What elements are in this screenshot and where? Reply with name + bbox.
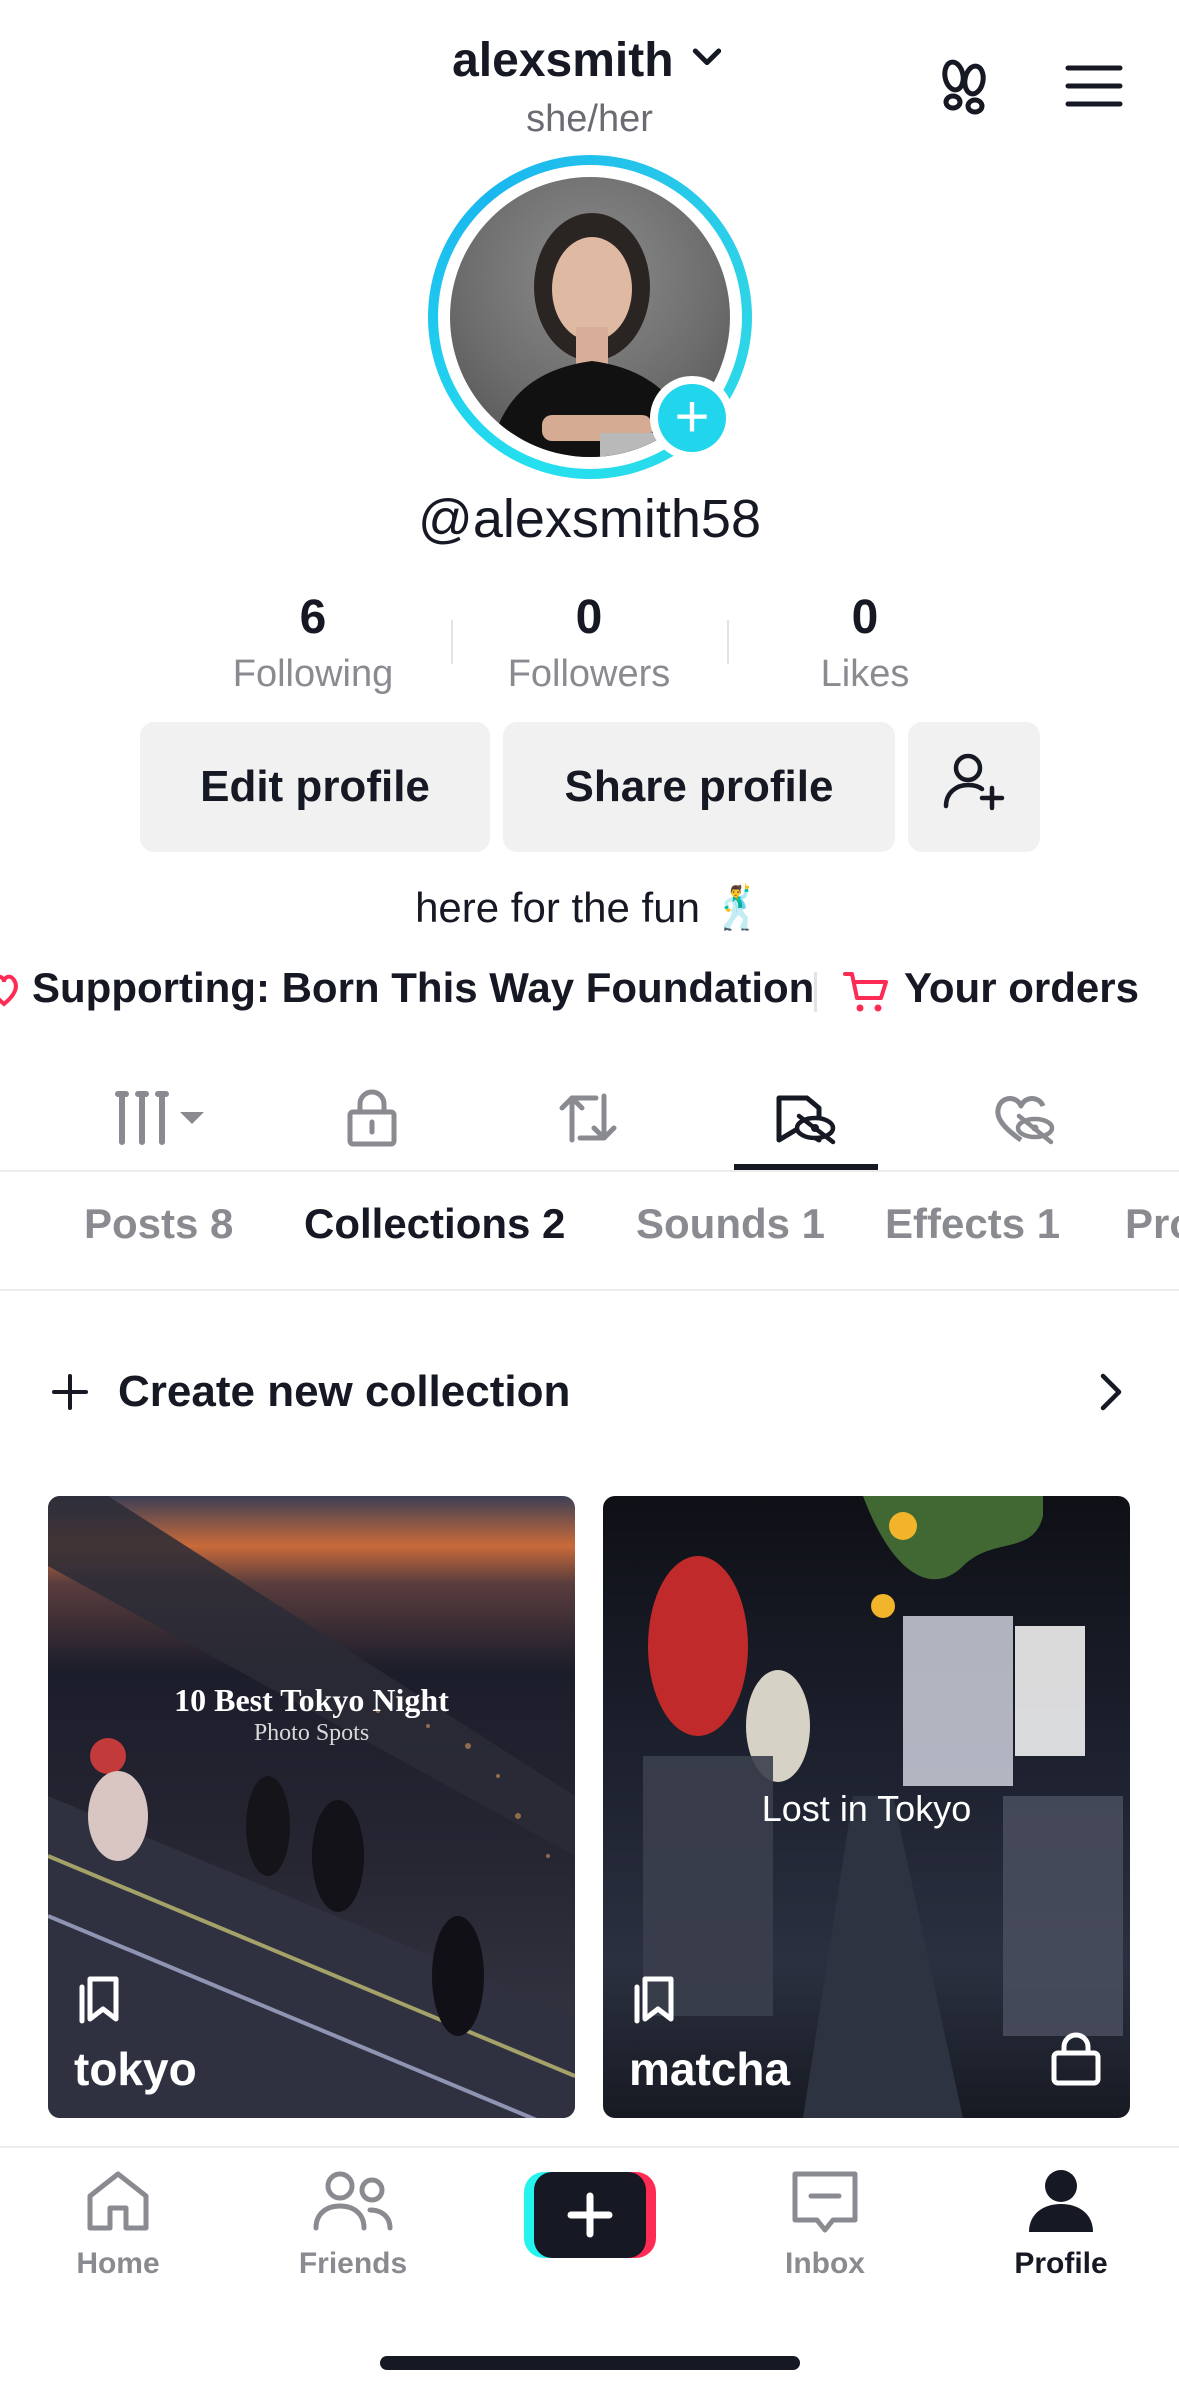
profile-icon <box>1021 2170 1101 2240</box>
tab-reposts[interactable] <box>516 1070 660 1170</box>
stat-following[interactable]: 6 Following <box>183 590 443 698</box>
pronouns: she/her <box>526 98 653 140</box>
nav-home-label: Home <box>76 2247 160 2280</box>
tab-effects[interactable]: Effects 1 <box>885 1200 1060 1248</box>
stat-followers[interactable]: 0 Followers <box>459 590 719 698</box>
inbox-icon <box>785 2171 865 2240</box>
tab-private[interactable] <box>300 1070 444 1170</box>
create-post-button[interactable] <box>524 2172 656 2258</box>
tab-posts[interactable]: Posts 8 <box>84 1200 233 1248</box>
liked-hidden-icon <box>991 1090 1057 1151</box>
cover-subtitle: Photo Spots <box>253 1720 370 1746</box>
bookmark-icon <box>78 1973 126 2030</box>
add-friend-button[interactable] <box>908 722 1040 852</box>
cover-title: Lost in Tokyo <box>761 1788 972 1829</box>
tab-divider <box>0 1170 1179 1172</box>
menu-icon[interactable] <box>1058 50 1130 122</box>
share-profile-button[interactable]: Share profile <box>503 722 895 852</box>
create-collection-row[interactable]: Create new collection <box>50 1360 1129 1424</box>
home-indicator <box>380 2356 800 2370</box>
collection-card-tokyo[interactable]: 10 Best Tokyo Night Photo Spots tokyo <box>48 1496 575 2118</box>
favorites-hidden-icon <box>773 1090 839 1151</box>
bookmark-icon <box>633 1973 681 2030</box>
chevron-down-icon <box>687 33 727 88</box>
cover-title: 10 Best Tokyo Night <box>174 1682 449 1718</box>
nav-inbox-label: Inbox <box>785 2247 865 2280</box>
collection-name: matcha <box>629 2043 791 2095</box>
home-icon <box>78 2171 158 2240</box>
stat-divider <box>451 620 453 664</box>
friends-icon <box>310 2171 396 2240</box>
edit-profile-button[interactable]: Edit profile <box>140 722 490 852</box>
repost-icon <box>556 1088 620 1153</box>
tab-collections[interactable]: Collections 2 <box>304 1200 565 1248</box>
nav-profile-label: Profile <box>1014 2247 1108 2280</box>
collection-cover-image <box>48 1496 575 2118</box>
tab-more[interactable]: Pro <box>1125 1200 1179 1248</box>
heart-icon <box>0 968 20 1018</box>
create-collection-label: Create new collection <box>118 1367 571 1416</box>
collection-card-matcha[interactable]: Lost in Tokyo matcha <box>603 1496 1130 2118</box>
stat-followers-value: 0 <box>575 591 603 644</box>
tab-liked[interactable] <box>952 1070 1096 1170</box>
link-divider <box>814 972 817 1012</box>
username: alexsmith <box>452 33 674 87</box>
section-divider <box>0 1289 1179 1291</box>
plus-icon: + <box>658 384 726 452</box>
stat-following-value: 6 <box>299 591 327 644</box>
add-story-button[interactable]: + <box>650 376 734 460</box>
stat-likes-label: Likes <box>820 653 910 695</box>
stat-likes[interactable]: 0 Likes <box>735 590 995 698</box>
plus-icon <box>50 1372 90 1412</box>
nav-friends-label: Friends <box>298 2247 408 2280</box>
stat-followers-label: Followers <box>507 653 671 695</box>
tab-favorites[interactable] <box>734 1070 878 1170</box>
grid-icon <box>114 1090 210 1151</box>
stat-following-label: Following <box>232 653 394 695</box>
chevron-right-icon <box>1093 1372 1129 1412</box>
add-user-icon <box>940 748 1008 827</box>
nav-profile[interactable]: Profile <box>971 2166 1151 2281</box>
bio-text: here for the fun 🕺 <box>415 884 764 931</box>
lock-icon <box>1050 2031 1102 2092</box>
stat-divider <box>727 620 729 664</box>
tab-videos-grid[interactable] <box>90 1070 234 1170</box>
collection-name: tokyo <box>74 2043 197 2095</box>
username-switcher[interactable]: alexsmith <box>0 30 1179 88</box>
footprints-icon[interactable] <box>928 50 1000 122</box>
profile-handle: @alexsmith58 <box>418 489 761 549</box>
lock-icon <box>344 1088 400 1153</box>
nav-friends[interactable]: Friends <box>263 2166 443 2281</box>
tab-sounds[interactable]: Sounds 1 <box>636 1200 825 1248</box>
nav-inbox[interactable]: Inbox <box>735 2166 915 2281</box>
supporting-link[interactable]: Supporting: Born This Way Foundation <box>32 964 814 1012</box>
profile-links: Supporting: Born This Way Foundation You… <box>0 964 1179 1020</box>
stat-likes-value: 0 <box>851 591 879 644</box>
orders-link[interactable]: Your orders <box>904 964 1139 1012</box>
nav-home[interactable]: Home <box>28 2166 208 2281</box>
cart-icon <box>842 968 890 1026</box>
